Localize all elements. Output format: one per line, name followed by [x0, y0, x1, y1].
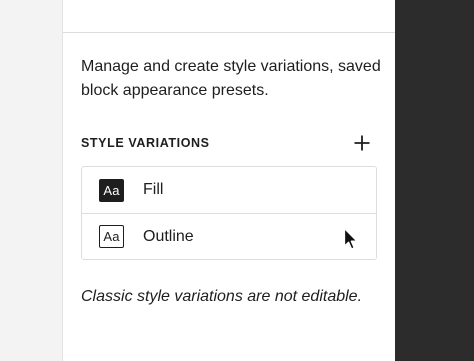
fill-style-icon: Aa: [99, 178, 124, 202]
panel-description: Manage and create style variations, save…: [81, 58, 381, 99]
editor-canvas-edge: [0, 0, 62, 361]
variation-item-outline[interactable]: Aa Outline: [82, 213, 376, 259]
style-variations-panel: Manage and create style variations, save…: [62, 0, 395, 361]
sidebar-dark-edge: [395, 0, 474, 361]
plus-icon: [354, 135, 370, 151]
variations-list: Aa Fill Aa Outline: [81, 166, 377, 260]
add-variation-button[interactable]: [349, 130, 375, 156]
style-variations-header: STYLE VARIATIONS: [81, 130, 375, 156]
variation-item-fill[interactable]: Aa Fill: [82, 167, 376, 213]
classic-variations-note: Classic style variations are not editabl…: [81, 288, 363, 305]
variation-label: Outline: [143, 227, 194, 245]
outline-style-icon: Aa: [99, 225, 124, 248]
screen: Manage and create style variations, save…: [0, 0, 474, 361]
variation-label: Fill: [143, 181, 164, 198]
section-title: STYLE VARIATIONS: [81, 136, 210, 150]
panel-header-divider: [63, 0, 395, 33]
